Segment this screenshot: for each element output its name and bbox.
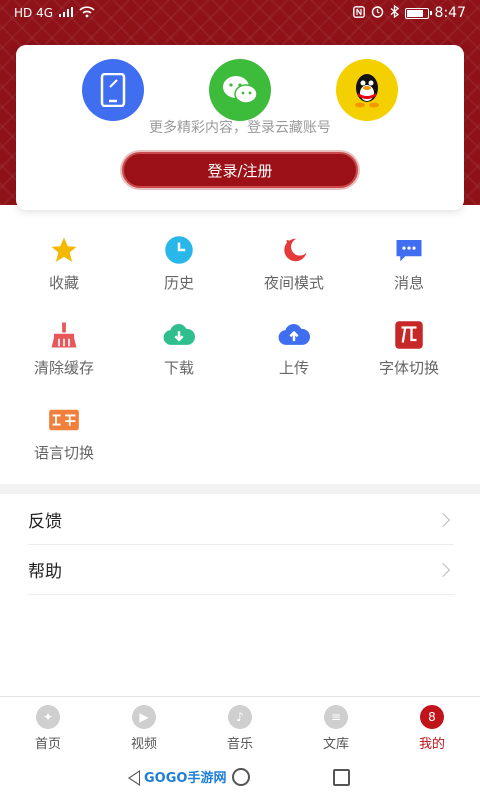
phone-icon [100, 73, 126, 107]
network-indicator: HD 4G [14, 6, 54, 20]
help-row[interactable]: 帮助 [28, 545, 454, 595]
nfc-icon [352, 5, 365, 21]
messages-label: 消息 [393, 274, 424, 292]
chevron-right-icon [435, 512, 451, 527]
font-switch-button[interactable]: 字体切换 [349, 313, 469, 393]
tab-video[interactable]: ▶ 视频 [96, 705, 192, 752]
language-switch-button[interactable]: 语言切换 [4, 398, 124, 478]
help-label: 帮助 [28, 562, 62, 582]
home-circle-icon[interactable] [232, 768, 250, 786]
tab-music-label: 音乐 [226, 737, 253, 752]
system-nav-bar: GOGO手游网 [0, 756, 480, 800]
tab-home[interactable]: ✦ 首页 [0, 705, 96, 752]
tab-music[interactable]: ♪ 音乐 [192, 705, 288, 752]
alarm-icon [371, 5, 384, 21]
language-icon [48, 404, 80, 436]
back-icon[interactable] [128, 770, 140, 786]
clear-cache-button[interactable]: 清除缓存 [4, 313, 124, 393]
feedback-row[interactable]: 反馈 [28, 495, 454, 545]
qq-penguin-icon [355, 74, 379, 108]
moon-icon [278, 234, 310, 266]
clock-time: 8:47 [434, 5, 466, 21]
play-icon: ▶ [132, 705, 156, 729]
phone-login-button[interactable] [82, 59, 144, 121]
signal-icon [59, 6, 74, 20]
wifi-icon [79, 5, 95, 21]
favorites-button[interactable]: 收藏 [4, 228, 124, 308]
night-mode-label: 夜间模式 [263, 274, 324, 292]
favorites-label: 收藏 [48, 274, 79, 292]
cloud-download-icon [163, 319, 195, 351]
watermark-logo: GOGO手游网 [140, 766, 231, 787]
clock-icon [163, 234, 195, 266]
feedback-label: 反馈 [28, 512, 62, 532]
tab-mine[interactable]: 8 我的 [384, 705, 480, 752]
home-icon: ✦ [36, 705, 60, 729]
night-mode-button[interactable]: 夜间模式 [234, 228, 354, 308]
language-switch-label: 语言切换 [33, 444, 94, 462]
font-switch-label: 字体切换 [378, 359, 439, 377]
star-icon [48, 234, 80, 266]
history-button[interactable]: 历史 [119, 228, 239, 308]
upload-button[interactable]: 上传 [234, 313, 354, 393]
download-button[interactable]: 下载 [119, 313, 239, 393]
tab-video-label: 视频 [130, 737, 157, 752]
login-card: 更多精彩内容，登录云藏账号 登录/注册 [16, 45, 464, 210]
bluetooth-icon [390, 4, 399, 21]
qq-login-button[interactable] [336, 59, 398, 121]
clear-cache-label: 清除缓存 [33, 359, 94, 377]
broom-icon [48, 319, 80, 351]
section-divider [0, 484, 480, 494]
login-tagline: 更多精彩内容，登录云藏账号 [149, 120, 331, 136]
recent-apps-icon[interactable] [333, 769, 350, 786]
status-bar: HD 4G 8:47 [0, 0, 480, 26]
document-icon: ≡ [324, 705, 348, 729]
download-label: 下载 [163, 359, 194, 377]
battery-icon [404, 7, 432, 19]
tab-home-label: 首页 [34, 737, 61, 752]
font-icon [393, 319, 425, 351]
message-icon [393, 234, 425, 266]
bottom-tab-bar: ✦ 首页 ▶ 视频 ♪ 音乐 ≡ 文库 8 我的 [0, 696, 480, 756]
tab-mine-label: 我的 [418, 737, 445, 752]
history-label: 历史 [163, 274, 194, 292]
tab-library-label: 文库 [322, 737, 349, 752]
cloud-upload-icon [278, 319, 310, 351]
wechat-icon [223, 76, 258, 104]
login-register-button[interactable]: 登录/注册 [122, 152, 358, 188]
upload-label: 上传 [278, 359, 309, 377]
chevron-right-icon [435, 562, 451, 577]
tab-library[interactable]: ≡ 文库 [288, 705, 384, 752]
music-note-icon: ♪ [228, 705, 252, 729]
wechat-login-button[interactable] [209, 59, 271, 121]
messages-button[interactable]: 消息 [349, 228, 469, 308]
profile-icon: 8 [420, 705, 444, 729]
